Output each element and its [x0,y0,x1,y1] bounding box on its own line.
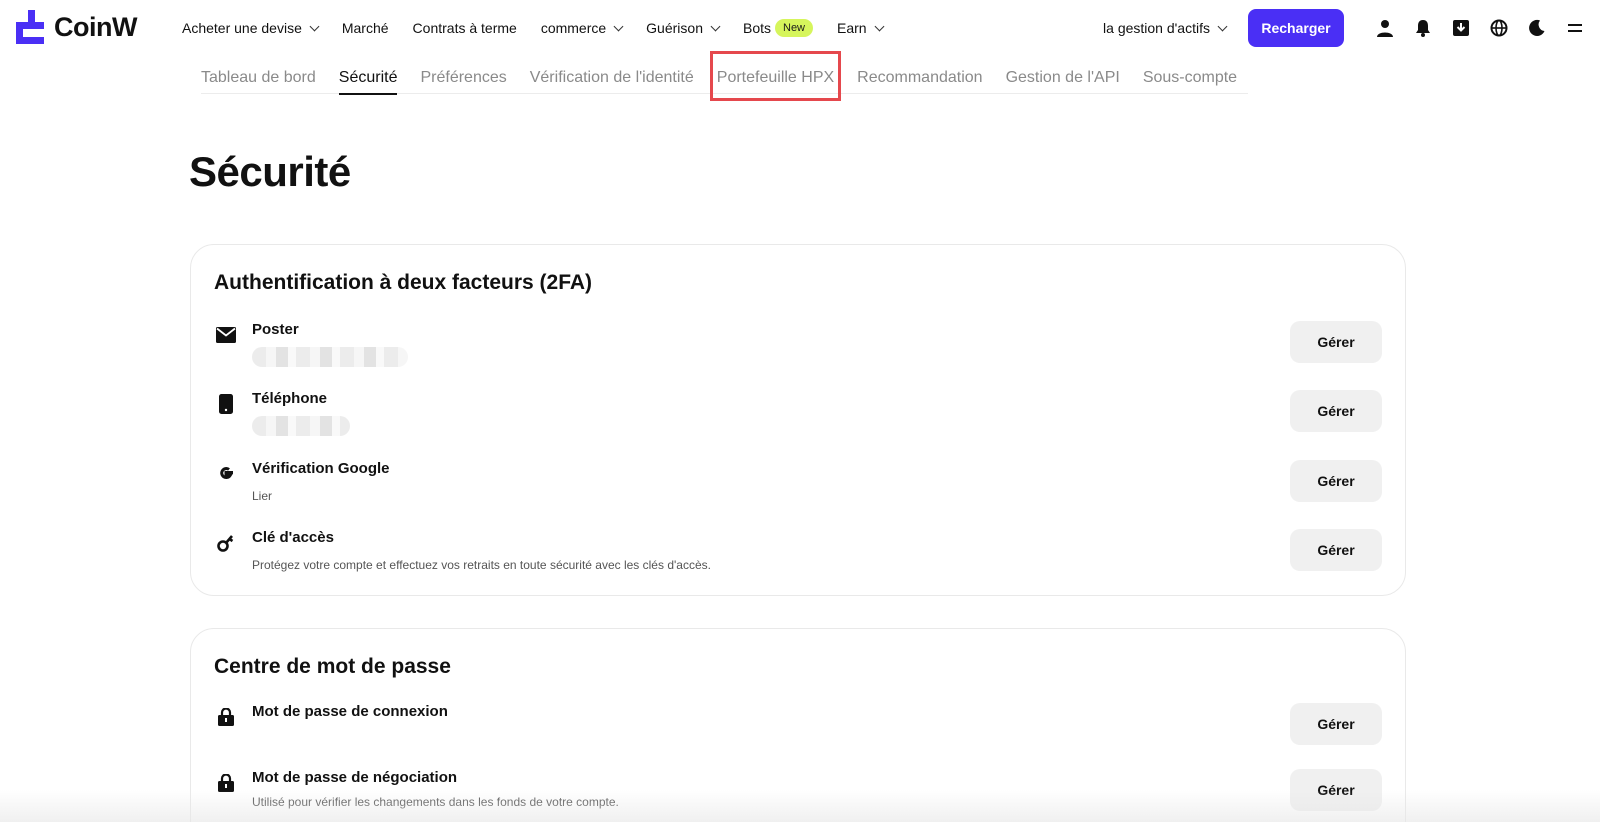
lock-icon [214,705,238,729]
manage-login-password-button[interactable]: Gérer [1290,703,1382,745]
nav-label: Marché [341,20,389,36]
coinw-logo[interactable]: CoinW [16,10,137,44]
menu-icon[interactable] [1556,9,1594,47]
redacted-email [252,347,408,367]
key-icon [214,531,238,555]
user-icon[interactable] [1366,9,1404,47]
password-center-title: Centre de mot de passe [214,655,451,678]
nav-label: Bots [742,20,771,36]
twofa-row-passkey: Clé d'accès Protégez votre compte et eff… [214,529,1382,589]
row-subtext: Utilisé pour vérifier les changements da… [252,795,619,809]
nav-right-group: la gestion d'actifs Recharger [1103,0,1600,56]
recharge-button[interactable]: Recharger [1248,9,1344,47]
chevron-down-icon [710,21,721,31]
manage-email-button[interactable]: Gérer [1290,321,1382,363]
row-label: Mot de passe de négociation [252,769,458,786]
nav-label: Contrats à terme [412,20,517,36]
twofa-row-google: Vérification Google Lier Gérer [214,460,1382,520]
row-label: Poster [252,321,299,338]
tab-dashboard[interactable]: Tableau de bord [201,58,316,94]
top-navigation-bar: CoinW Acheter une devise Marché Contrats… [0,0,1600,56]
asset-management-menu[interactable]: la gestion d'actifs [1103,20,1228,36]
nav-trade[interactable]: commerce [540,20,624,36]
nav-recovery[interactable]: Guérison [646,20,721,36]
password-center-card: Centre de mot de passe Mot de passe de c… [190,628,1406,822]
manage-passkey-button[interactable]: Gérer [1290,529,1382,571]
bell-icon[interactable] [1404,9,1442,47]
account-subtabs: Tableau de bord Sécurité Préférences Vér… [201,51,1248,101]
nav-label: commerce [540,20,607,36]
tab-preferences[interactable]: Préférences [420,58,506,94]
new-badge: New [775,19,814,37]
coinw-logo-icon [16,10,44,44]
main-nav: Acheter une devise Marché Contrats à ter… [182,0,907,56]
tab-hpx-wallet[interactable]: Portefeuille HPX [709,51,842,101]
password-row-trading: Mot de passe de négociation Utilisé pour… [214,769,1382,822]
brand-name: CoinW [54,11,137,42]
download-icon[interactable] [1442,9,1480,47]
nav-label: Acheter une devise [182,20,302,36]
chevron-down-icon [1217,21,1228,31]
asset-menu-label: la gestion d'actifs [1103,20,1210,36]
nav-earn[interactable]: Earn [837,20,885,36]
nav-market[interactable]: Marché [342,20,389,36]
password-row-login: Mot de passe de connexion Gérer [214,703,1382,763]
nav-bots[interactable]: Bots New [742,19,814,37]
mail-icon [214,323,238,347]
nav-buy-currency[interactable]: Acheter une devise [182,20,320,36]
redacted-phone [252,416,350,436]
chevron-down-icon [874,21,885,31]
globe-icon[interactable] [1480,9,1518,47]
manage-trading-password-button[interactable]: Gérer [1290,769,1382,811]
row-subtext: Protégez votre compte et effectuez vos r… [252,558,711,572]
nav-label: Earn [837,20,867,36]
row-label: Mot de passe de connexion [252,703,448,720]
row-subtext: Lier [252,489,273,503]
twofa-row-phone: Téléphone Gérer [214,390,1382,450]
nav-futures[interactable]: Contrats à terme [413,20,517,36]
manage-google-button[interactable]: Gérer [1290,460,1382,502]
phone-icon [214,392,238,416]
twofa-title: Authentification à deux facteurs (2FA) [214,271,593,294]
twofa-card: Authentification à deux facteurs (2FA) P… [190,244,1406,596]
row-label: Téléphone [252,390,328,407]
tab-sub-account[interactable]: Sous-compte [1143,58,1237,94]
google-icon [214,462,238,486]
manage-phone-button[interactable]: Gérer [1290,390,1382,432]
lock-icon [214,771,238,795]
tab-identity-verification[interactable]: Vérification de l'identité [530,58,694,94]
tab-referral[interactable]: Recommandation [857,58,982,94]
moon-icon[interactable] [1518,9,1556,47]
chevron-down-icon [309,21,320,31]
twofa-row-email: Poster Gérer [214,321,1382,381]
nav-label: Guérison [646,20,703,36]
chevron-down-icon [613,21,624,31]
tab-security[interactable]: Sécurité [338,58,397,95]
page-title: Sécurité [189,148,351,195]
row-label: Clé d'accès [252,529,334,546]
row-label: Vérification Google [252,460,390,477]
tab-api-management[interactable]: Gestion de l'API [1006,58,1120,94]
